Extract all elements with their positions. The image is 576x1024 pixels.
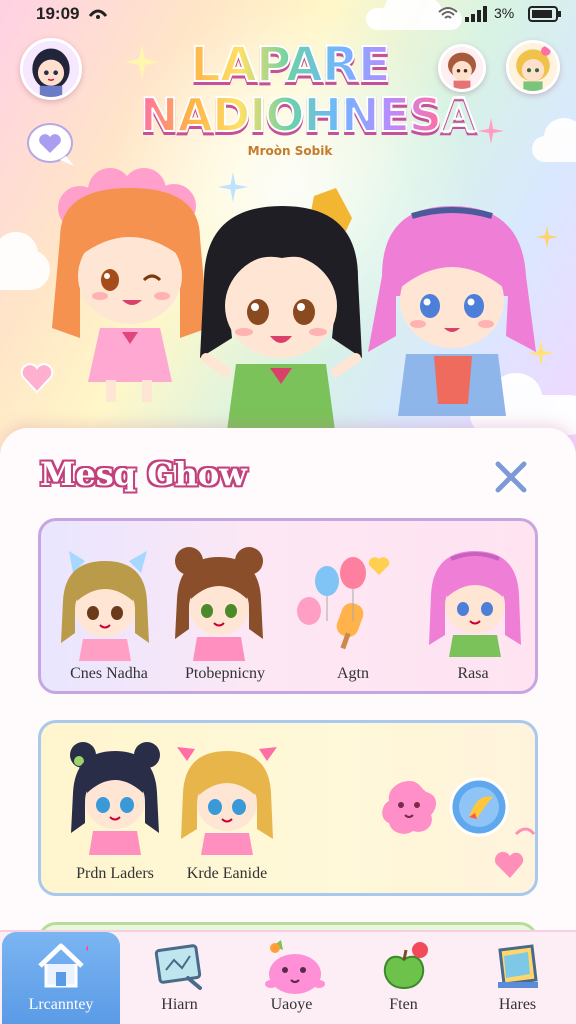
roster-name: Agtn — [337, 665, 369, 682]
nav-label: Lrcanntey — [28, 996, 94, 1013]
hearts-decoration-icon — [494, 827, 536, 878]
signal-icon — [465, 6, 487, 22]
nav-label: Uaoye — [270, 996, 313, 1013]
hero-character-black-hair — [186, 188, 376, 438]
hero-character-pink-hair — [360, 196, 540, 416]
nav-tab-ften[interactable]: Ften — [346, 932, 461, 1024]
status-time: 19:09 — [36, 4, 80, 23]
roster-name: Ptobepnicny — [185, 665, 265, 682]
player-avatar[interactable] — [20, 38, 82, 100]
home-icon — [38, 943, 88, 988]
heart-bubble-icon — [27, 123, 74, 166]
logo-subtitle: Mroòn Sobik — [247, 144, 333, 158]
nav-tab-hares[interactable]: Hares — [460, 932, 575, 1024]
book-icon — [497, 944, 538, 988]
pink-blob-pet-icon[interactable] — [377, 775, 441, 839]
nav-label: Hiarn — [161, 996, 198, 1013]
nav-tab-home[interactable]: Lrcanntey — [2, 932, 120, 1024]
nav-label: Hares — [498, 996, 537, 1013]
nav-tab-hiarn[interactable]: Hiarn — [122, 932, 237, 1024]
nav-tab-uaoye[interactable]: Uaoye — [234, 932, 349, 1024]
roster-character-bun-hair[interactable] — [169, 543, 269, 661]
balloons-and-popsicle-icon[interactable] — [291, 541, 411, 651]
battery-icon — [528, 6, 561, 22]
logo-title-line1: LAPARE — [140, 39, 440, 91]
cloud-decoration — [532, 118, 576, 162]
panel-title: Mesq Ghow — [40, 455, 247, 493]
roster-name: Rasa — [457, 665, 489, 682]
roster-card-row2[interactable]: Prdn Laders Krde Eanide — [38, 720, 538, 896]
close-icon[interactable] — [490, 456, 532, 498]
friend-avatar[interactable] — [506, 40, 560, 94]
game-logo: LAPARE NADIOHNESA Mroòn Sobik — [139, 39, 478, 158]
roster-character-blonde-bow[interactable] — [177, 743, 277, 855]
roster-card-row1[interactable]: Cnes Nadha Ptobepnicny Agtn Rasa — [38, 518, 538, 694]
roster-name: Cnes Nadha — [70, 665, 148, 682]
canvas-icon — [154, 944, 202, 990]
roster-name: Krde Eanide — [186, 865, 268, 882]
nav-label: Ften — [389, 996, 418, 1013]
roster-character-bow-hair[interactable] — [55, 551, 155, 661]
bottom-nav: Lrcanntey Hiarn Uaoye Ften Hares — [0, 930, 576, 1024]
wifi-icon — [438, 7, 458, 19]
logo-title-line2: NADIOHNESA — [139, 88, 478, 142]
sparkle-icon — [124, 44, 160, 80]
friend-avatar[interactable] — [438, 44, 486, 92]
status-bar: 19:09 3% — [0, 0, 576, 30]
battery-percent: 3% — [494, 5, 515, 21]
cast-icon — [88, 9, 108, 19]
sparkle-icon — [478, 118, 504, 144]
roster-character-pink-hair[interactable] — [425, 545, 525, 657]
roster-character-navy-bun[interactable] — [65, 739, 165, 855]
pet-icon — [264, 940, 325, 994]
apple-icon — [383, 942, 428, 990]
roster-name: Prdn Laders — [76, 865, 154, 882]
